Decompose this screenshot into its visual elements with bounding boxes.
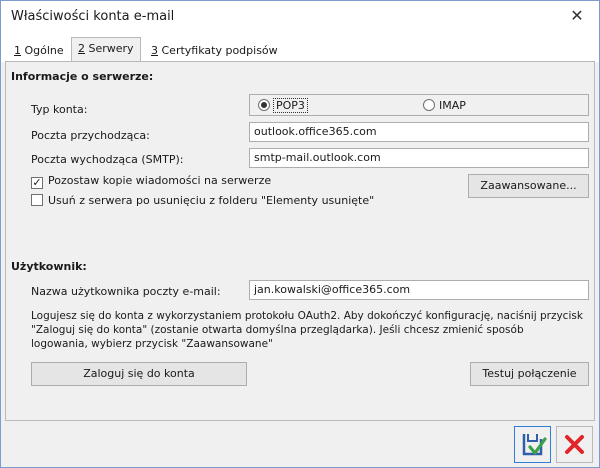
account-type-label: Typ konta: bbox=[31, 103, 88, 116]
radio-pop3-label: POP3 bbox=[273, 98, 308, 113]
cancel-button[interactable] bbox=[556, 426, 593, 463]
window-title: Właściwości konta e-mail bbox=[11, 9, 175, 24]
title-bar: Właściwości konta e-mail ✕ bbox=[1, 1, 599, 34]
incoming-server-field[interactable]: outlook.office365.com bbox=[249, 122, 589, 142]
oauth-info-text: Logujesz się do konta z wykorzystaniem p… bbox=[31, 310, 583, 350]
tab-certificates-label: Certyfikaty podpisów bbox=[158, 44, 278, 57]
keep-copy-label: Pozostaw kopie wiadomości na serwerze bbox=[48, 174, 272, 187]
dialog-window: Właściwości konta e-mail ✕ 1 Ogólne 2 Se… bbox=[0, 0, 600, 468]
delete-check-box bbox=[31, 194, 43, 206]
incoming-label: Poczta przychodząca: bbox=[31, 129, 150, 142]
outgoing-label: Poczta wychodząca (SMTP): bbox=[31, 153, 184, 166]
login-account-button[interactable]: Zaloguj się do konta bbox=[31, 362, 247, 386]
delete-from-server-checkbox[interactable]: Usuń z serwera po usunięciu z folderu "E… bbox=[31, 194, 374, 208]
tab-general-label: Ogólne bbox=[21, 44, 64, 57]
username-label: Nazwa użytkownika poczty e-mail: bbox=[31, 285, 221, 298]
outgoing-server-field[interactable]: smtp-mail.outlook.com bbox=[249, 148, 589, 168]
tab-servers[interactable]: 2 Serwery bbox=[71, 37, 141, 63]
radio-imap-label: IMAP bbox=[439, 99, 466, 112]
radio-pop3[interactable]: POP3 bbox=[258, 98, 308, 113]
radio-pop3-dot bbox=[258, 99, 270, 111]
tab-servers-key: 2 bbox=[78, 42, 85, 55]
delete-from-server-label: Usuń z serwera po usunięciu z folderu "E… bbox=[48, 194, 375, 207]
user-section-title: Użytkownik: bbox=[11, 260, 87, 273]
username-field[interactable]: jan.kowalski@office365.com bbox=[249, 280, 589, 300]
test-connection-button[interactable]: Testuj połączenie bbox=[470, 362, 589, 386]
save-check-icon bbox=[522, 434, 547, 456]
account-type-group: POP3 IMAP bbox=[249, 94, 589, 116]
tab-general-key: 1 bbox=[14, 44, 21, 57]
tab-strip: 1 Ogólne 2 Serwery 3 Certyfikaty podpisó… bbox=[1, 34, 599, 63]
tab-certificates[interactable]: 3 Certyfikaty podpisów bbox=[144, 39, 285, 62]
save-button[interactable] bbox=[514, 426, 551, 463]
radio-imap[interactable]: IMAP bbox=[423, 99, 466, 113]
keep-copy-checkbox[interactable]: ✓ Pozostaw kopie wiadomości na serwerze bbox=[31, 174, 272, 189]
servers-panel: Informacje o serwerze: Typ konta: POP3 I… bbox=[5, 61, 595, 421]
close-icon[interactable]: ✕ bbox=[567, 6, 587, 26]
tab-servers-label: Serwery bbox=[85, 42, 134, 55]
keep-copy-check-icon: ✓ bbox=[31, 176, 43, 189]
tab-certificates-key: 3 bbox=[151, 44, 158, 57]
radio-imap-dot bbox=[423, 99, 435, 111]
tab-general[interactable]: 1 Ogólne bbox=[7, 39, 71, 62]
server-section-title: Informacje o serwerze: bbox=[11, 70, 154, 83]
cancel-x-icon bbox=[565, 435, 584, 454]
advanced-button[interactable]: Zaawansowane... bbox=[468, 174, 589, 198]
